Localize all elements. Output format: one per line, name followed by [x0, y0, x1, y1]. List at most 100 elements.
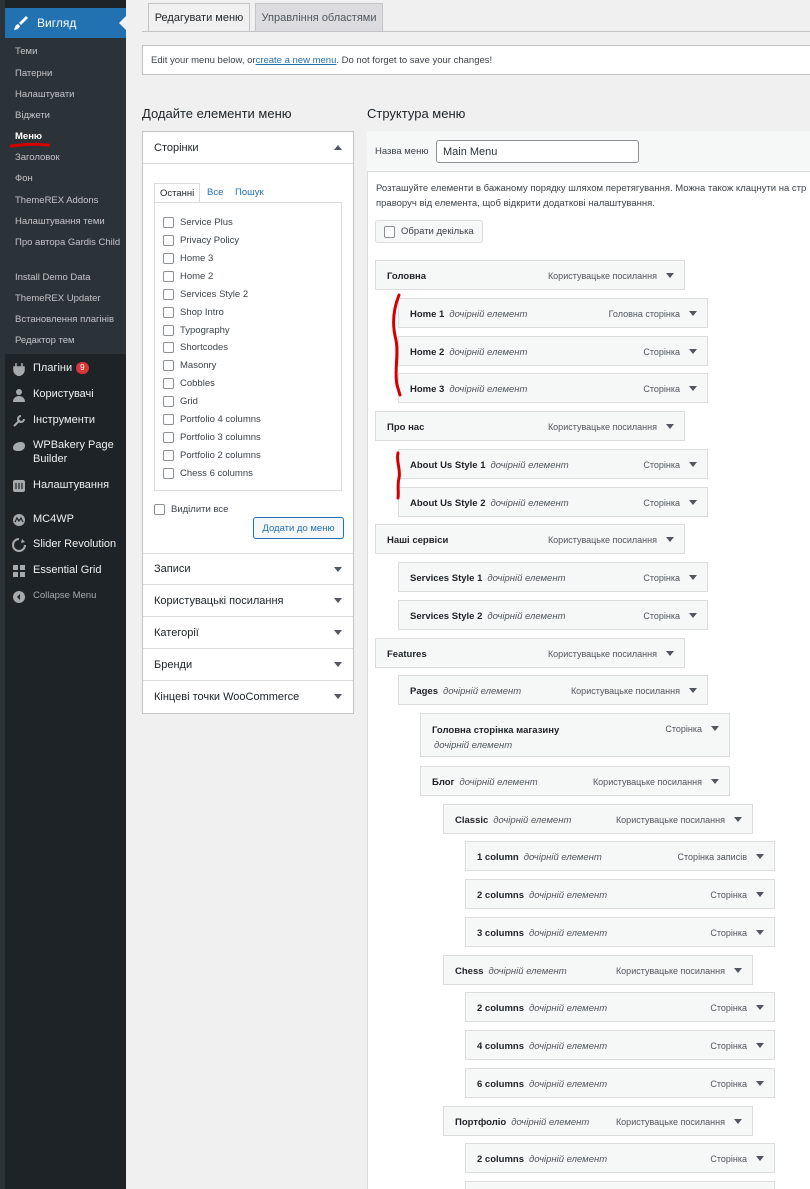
menu-item[interactable]: Блог дочірній елемент Користувацьке посила…	[420, 766, 730, 796]
menu-item[interactable]: Services Style 2 дочірній елемент Сторінка	[398, 600, 708, 630]
sidebar-item-essential-grid[interactable]: Essential Grid	[12, 563, 124, 583]
chevron-down-icon[interactable]	[666, 651, 674, 656]
chevron-down-icon[interactable]	[666, 273, 674, 278]
menu-item[interactable]: Головна Користувацьке посилання	[375, 260, 685, 290]
accordion-pages-header[interactable]: Сторінки	[143, 132, 353, 164]
menu-item[interactable]: 1 column дочірній елемент Сторінка записів	[465, 841, 775, 871]
chevron-down-icon[interactable]	[689, 386, 697, 391]
menu-item[interactable]: Home 3 дочірній елемент Сторінка	[398, 373, 708, 403]
submenu-install-plugins[interactable]: Встановлення плагінів	[15, 313, 121, 326]
accordion-woocommerce-endpoints[interactable]: Кінцеві точки WooCommerce	[143, 681, 353, 713]
page-option[interactable]: Shortcodes	[163, 340, 228, 354]
chevron-down-icon[interactable]	[711, 779, 719, 784]
page-option[interactable]: Cobbles	[163, 376, 215, 390]
sidebar-item-wpbakery[interactable]: WPBakery Page Builder	[12, 438, 124, 468]
checkbox[interactable]	[163, 377, 174, 389]
menu-item[interactable]: Pages дочірній елемент Користувацьке посил…	[398, 675, 708, 705]
sidebar-item-mc4wp[interactable]: MC4WP	[12, 512, 124, 532]
checkbox[interactable]	[163, 216, 174, 228]
checkbox[interactable]	[163, 288, 174, 300]
checkbox[interactable]	[163, 341, 174, 353]
submenu-about-gardis[interactable]: Про автора Gardis Child	[15, 236, 121, 249]
menu-item[interactable]: Home 1 дочірній елемент Головна сторінка	[398, 298, 708, 328]
sidebar-item-plugins[interactable]: Плагіни 9	[12, 361, 124, 381]
checkbox[interactable]	[163, 359, 174, 371]
chevron-down-icon[interactable]	[689, 311, 697, 316]
chevron-down-icon[interactable]	[756, 930, 764, 935]
menu-item[interactable]: 2 columns дочірній елемент Сторінка	[465, 1143, 775, 1173]
menu-name-input[interactable]: Main Menu	[436, 140, 639, 163]
sidebar-item-slider-revolution[interactable]: Slider Revolution	[12, 537, 124, 557]
menu-item[interactable]: Services Style 1 дочірній елемент Сторінка	[398, 562, 708, 592]
menu-item[interactable]: Наші сервіси Користувацьке посилання	[375, 524, 685, 554]
menu-item[interactable]: Головна сторінка магазину дочірній елемен…	[420, 713, 730, 757]
accordion-brands[interactable]: Бренди	[143, 649, 353, 681]
chevron-down-icon[interactable]	[756, 892, 764, 897]
select-all-row[interactable]: Виділити все	[154, 504, 228, 515]
sidebar-item-appearance[interactable]: Вигляд	[5, 8, 126, 38]
sidebar-item-tools[interactable]: Інструменти	[12, 413, 124, 433]
page-option[interactable]: Shop Intro	[163, 305, 224, 319]
menu-item[interactable]: 3 columns дочірній елемент Сторінка	[465, 917, 775, 947]
menu-item[interactable]: Chess дочірній елемент Користувацьке посил…	[443, 955, 753, 985]
page-option[interactable]: Portfolio 2 columns	[163, 448, 261, 462]
checkbox[interactable]	[163, 306, 174, 318]
tab-recent[interactable]: Останні	[154, 183, 201, 203]
accordion-posts[interactable]: Записи	[143, 553, 353, 585]
chevron-down-icon[interactable]	[689, 349, 697, 354]
menu-item[interactable]: About Us Style 1 дочірній елемент Сторінка	[398, 449, 708, 479]
checkbox[interactable]	[163, 234, 174, 246]
submenu-themes[interactable]: Теми	[15, 45, 121, 58]
page-option[interactable]: Service Plus	[163, 215, 233, 229]
submenu-patterns[interactable]: Патерни	[15, 67, 121, 80]
submenu-themerex-updater[interactable]: ThemeREX Updater	[15, 292, 121, 305]
page-option[interactable]: Privacy Policy	[163, 233, 239, 247]
chevron-down-icon[interactable]	[666, 537, 674, 542]
menu-item[interactable]: 6 columns дочірній елемент Сторінка	[465, 1068, 775, 1098]
chevron-down-icon[interactable]	[689, 500, 697, 505]
tab-all[interactable]: Все	[202, 183, 228, 203]
menu-item[interactable]: Про нас Користувацьке посилання	[375, 411, 685, 441]
submenu-widgets[interactable]: Віджети	[15, 109, 121, 122]
menu-item[interactable]: About Us Style 2 дочірній елемент Сторінка	[398, 487, 708, 517]
checkbox[interactable]	[163, 252, 174, 264]
submenu-theme-editor[interactable]: Редактор тем	[15, 334, 121, 347]
create-new-menu-link[interactable]: create a new menu	[256, 55, 337, 66]
page-option[interactable]: Chess 6 columns	[163, 466, 253, 480]
page-option[interactable]: Portfolio 3 columns	[163, 430, 261, 444]
chevron-down-icon[interactable]	[689, 688, 697, 693]
tab-manage-locations[interactable]: Управління областями	[255, 3, 383, 31]
chevron-down-icon[interactable]	[666, 424, 674, 429]
submenu-background[interactable]: Фон	[15, 172, 121, 185]
checkbox[interactable]	[163, 467, 174, 479]
submenu-install-demo[interactable]: Install Demo Data	[15, 271, 121, 284]
chevron-down-icon[interactable]	[756, 1081, 764, 1086]
submenu-theme-settings[interactable]: Налаштування теми	[15, 215, 121, 228]
menu-item-partial[interactable]	[465, 1181, 775, 1189]
page-option[interactable]: Masonry	[163, 358, 216, 372]
tab-search[interactable]: Пошук	[230, 183, 269, 203]
checkbox[interactable]	[163, 413, 174, 425]
chevron-down-icon[interactable]	[756, 1043, 764, 1048]
chevron-down-icon[interactable]	[734, 1119, 742, 1124]
page-option[interactable]: Portfolio 4 columns	[163, 412, 261, 426]
tab-edit-menu[interactable]: Редагувати меню	[148, 3, 250, 31]
chevron-down-icon[interactable]	[756, 1005, 764, 1010]
bulk-select-checkbox[interactable]	[384, 225, 395, 238]
sidebar-item-users[interactable]: Користувачі	[12, 387, 124, 407]
chevron-down-icon[interactable]	[689, 462, 697, 467]
add-to-menu-button[interactable]: Додати до меню	[253, 517, 344, 539]
page-option[interactable]: Home 2	[163, 269, 213, 283]
accordion-categories[interactable]: Категорії	[143, 617, 353, 649]
menu-item[interactable]: Портфоліо дочірній елемент Користувацьке п…	[443, 1106, 753, 1136]
checkbox[interactable]	[163, 324, 174, 336]
menu-item[interactable]: Classic дочірній елемент Користувацьке пос…	[443, 804, 753, 834]
chevron-down-icon[interactable]	[756, 854, 764, 859]
page-option[interactable]: Typography	[163, 323, 230, 337]
menu-item[interactable]: 4 columns дочірній елемент Сторінка	[465, 1030, 775, 1060]
bulk-select-button[interactable]: Обрати декілька	[375, 220, 483, 243]
checkbox[interactable]	[163, 395, 174, 407]
page-option[interactable]: Grid	[163, 394, 198, 408]
submenu-customize[interactable]: Налаштувати	[15, 88, 121, 101]
collapse-menu-button[interactable]: Collapse Menu	[12, 589, 124, 609]
